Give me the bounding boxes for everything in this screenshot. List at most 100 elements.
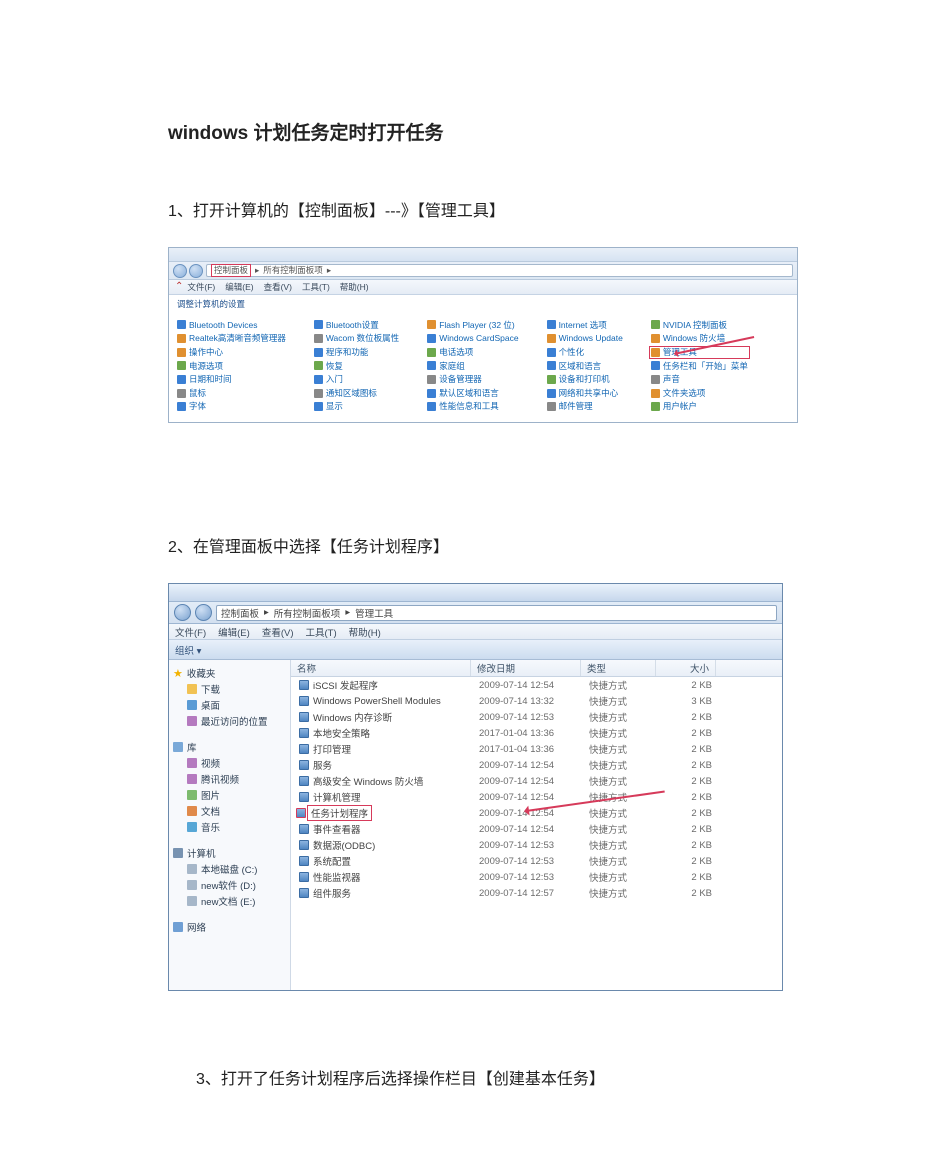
- sidebar-item-video[interactable]: 视频: [173, 756, 286, 770]
- back-button[interactable]: [174, 604, 191, 621]
- menu-tools[interactable]: 工具(T): [302, 282, 330, 293]
- file-type: 快捷方式: [583, 870, 658, 884]
- cp-item[interactable]: 管理工具: [649, 346, 750, 359]
- sidebar-item-drive-c[interactable]: 本地磁盘 (C:): [173, 862, 286, 876]
- menu-tools[interactable]: 工具(T): [305, 625, 336, 639]
- cp-item[interactable]: 电话选项: [427, 347, 518, 358]
- cp-item[interactable]: Windows CardSpace: [427, 333, 518, 344]
- menu-help[interactable]: 帮助(H): [349, 625, 381, 639]
- file-row[interactable]: 计算机管理2009-07-14 12:54快捷方式2 KB: [291, 789, 782, 805]
- sidebar-network-header[interactable]: 网络: [173, 920, 286, 934]
- sidebar-item-desktop[interactable]: 桌面: [173, 698, 286, 712]
- sidebar-item-downloads[interactable]: 下载: [173, 682, 286, 696]
- sidebar-item-recent[interactable]: 最近访问的位置: [173, 714, 286, 728]
- file-name: Windows PowerShell Modules: [313, 696, 441, 707]
- breadcrumb-current[interactable]: 所有控制面板项: [263, 265, 323, 276]
- cp-item[interactable]: Realtek高清晰音频管理器: [177, 333, 286, 344]
- cp-breadcrumb[interactable]: 控制面板 ▸ 所有控制面板项 ▸: [206, 264, 793, 277]
- sidebar-item-documents[interactable]: 文档: [173, 804, 286, 818]
- cp-item[interactable]: 任务栏和「开始」菜单: [651, 361, 748, 372]
- breadcrumb-part[interactable]: 所有控制面板项: [274, 606, 341, 620]
- file-date: 2009-07-14 12:53: [473, 872, 583, 883]
- cp-item[interactable]: 恢复: [314, 361, 399, 372]
- cp-item[interactable]: Bluetooth设置: [314, 320, 399, 331]
- cp-item-icon: [314, 334, 323, 343]
- cp-item[interactable]: 设备和打印机: [547, 374, 623, 385]
- menu-file[interactable]: 文件(F): [175, 625, 206, 639]
- cp-item[interactable]: 程序和功能: [314, 347, 399, 358]
- cp-item[interactable]: 声音: [651, 374, 748, 385]
- cp-item-icon: [427, 334, 436, 343]
- cp-item[interactable]: Wacom 数位板属性: [314, 333, 399, 344]
- cp-item[interactable]: 个性化: [547, 347, 623, 358]
- breadcrumb-part[interactable]: 管理工具: [355, 606, 393, 620]
- cp-item[interactable]: 设备管理器: [427, 374, 518, 385]
- cp-item[interactable]: 用户帐户: [651, 401, 748, 412]
- file-row[interactable]: 本地安全策略2017-01-04 13:36快捷方式2 KB: [291, 725, 782, 741]
- header-name[interactable]: 名称: [291, 660, 471, 676]
- file-row[interactable]: 高级安全 Windows 防火墙2009-07-14 12:54快捷方式2 KB: [291, 773, 782, 789]
- file-row[interactable]: Windows PowerShell Modules2009-07-14 13:…: [291, 693, 782, 709]
- header-date[interactable]: 修改日期: [471, 660, 581, 676]
- menu-edit[interactable]: 编辑(E): [218, 625, 250, 639]
- cp-item[interactable]: 邮件管理: [547, 401, 623, 412]
- cp-item[interactable]: 入门: [314, 374, 399, 385]
- menu-edit[interactable]: 编辑(E): [225, 282, 253, 293]
- cp-item[interactable]: 网络和共享中心: [547, 388, 623, 399]
- menu-view[interactable]: 查看(V): [262, 625, 294, 639]
- cp-item[interactable]: Bluetooth Devices: [177, 320, 286, 331]
- cp-item[interactable]: 默认区域和语言: [427, 388, 518, 399]
- sidebar-favorites-header[interactable]: ★ 收藏夹: [173, 666, 286, 680]
- cp-item[interactable]: 文件夹选项: [651, 388, 748, 399]
- file-row[interactable]: 打印管理2017-01-04 13:36快捷方式2 KB: [291, 741, 782, 757]
- file-row[interactable]: 组件服务2009-07-14 12:57快捷方式2 KB: [291, 885, 782, 901]
- file-size: 2 KB: [658, 792, 718, 803]
- cp-item-label: 默认区域和语言: [439, 388, 499, 399]
- menu-view[interactable]: 查看(V): [264, 282, 292, 293]
- sidebar-computer-header[interactable]: 计算机: [173, 846, 286, 860]
- header-type[interactable]: 类型: [581, 660, 656, 676]
- menu-file[interactable]: 文件(F): [187, 282, 215, 293]
- file-row[interactable]: 任务计划程序2009-07-14 12:54快捷方式2 KB: [291, 805, 782, 821]
- sidebar-item-tencent[interactable]: 腾讯视频: [173, 772, 286, 786]
- cp-item[interactable]: 电源选项: [177, 361, 286, 372]
- cp-item[interactable]: 字体: [177, 401, 286, 412]
- cp-item[interactable]: Flash Player (32 位): [427, 320, 518, 331]
- cp-item[interactable]: 操作中心: [177, 347, 286, 358]
- cp-item[interactable]: 性能信息和工具: [427, 401, 518, 412]
- file-row[interactable]: 系统配置2009-07-14 12:53快捷方式2 KB: [291, 853, 782, 869]
- cp-item[interactable]: 家庭组: [427, 361, 518, 372]
- cp-items-grid: Bluetooth Devices Realtek高清晰音频管理器操作中心电源选项…: [169, 314, 797, 422]
- cp-item[interactable]: 区域和语言: [547, 361, 623, 372]
- organize-dropdown[interactable]: 组织 ▾: [175, 643, 201, 657]
- file-date: 2009-07-14 12:54: [473, 792, 583, 803]
- file-row[interactable]: 事件查看器2009-07-14 12:54快捷方式2 KB: [291, 821, 782, 837]
- header-size[interactable]: 大小: [656, 660, 716, 676]
- file-row[interactable]: 数据源(ODBC)2009-07-14 12:53快捷方式2 KB: [291, 837, 782, 853]
- cp-item[interactable]: NVIDIA 控制面板: [651, 320, 748, 331]
- cp-item[interactable]: Windows 防火墙: [651, 333, 748, 344]
- cp-item[interactable]: Internet 选项: [547, 320, 623, 331]
- forward-button[interactable]: [189, 264, 203, 278]
- file-row[interactable]: 性能监视器2009-07-14 12:53快捷方式2 KB: [291, 869, 782, 885]
- file-row[interactable]: iSCSI 发起程序2009-07-14 12:54快捷方式2 KB: [291, 677, 782, 693]
- file-row[interactable]: 服务2009-07-14 12:54快捷方式2 KB: [291, 757, 782, 773]
- ex-breadcrumb[interactable]: 控制面板 ▸ 所有控制面板项 ▸ 管理工具: [216, 605, 777, 621]
- file-row[interactable]: Windows 内存诊断2009-07-14 12:53快捷方式2 KB: [291, 709, 782, 725]
- sidebar-item-drive-d[interactable]: new软件 (D:): [173, 878, 286, 892]
- sidebar-libraries-header[interactable]: 库: [173, 740, 286, 754]
- breadcrumb-root[interactable]: 控制面板: [211, 264, 251, 277]
- cp-item[interactable]: 日期和时间: [177, 374, 286, 385]
- forward-button[interactable]: [195, 604, 212, 621]
- back-button[interactable]: [173, 264, 187, 278]
- cp-item[interactable]: 显示: [314, 401, 399, 412]
- cp-item-label: 用户帐户: [663, 401, 697, 412]
- breadcrumb-part[interactable]: 控制面板: [221, 606, 259, 620]
- cp-item[interactable]: 鼠标: [177, 388, 286, 399]
- sidebar-item-drive-e[interactable]: new文档 (E:): [173, 894, 286, 908]
- sidebar-item-pictures[interactable]: 图片: [173, 788, 286, 802]
- cp-item[interactable]: Windows Update: [547, 333, 623, 344]
- cp-item[interactable]: 通知区域图标: [314, 388, 399, 399]
- sidebar-item-music[interactable]: 音乐: [173, 820, 286, 834]
- menu-help[interactable]: 帮助(H): [340, 282, 369, 293]
